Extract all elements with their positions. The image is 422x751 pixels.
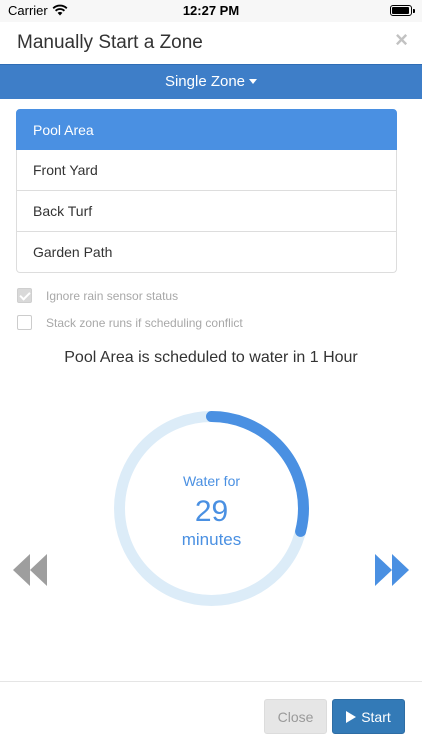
- zone-item-back-turf[interactable]: Back Turf: [16, 191, 397, 232]
- dial-value: 29: [194, 495, 229, 528]
- close-button[interactable]: Close: [264, 699, 327, 734]
- stack-runs-checkbox[interactable]: [17, 315, 32, 330]
- zone-mode-label: Single Zone: [164, 73, 246, 90]
- modal-header: Manually Start a Zone ×: [0, 22, 422, 65]
- modal-footer: Close Start: [0, 681, 422, 751]
- battery-level: [392, 7, 410, 14]
- status-time: 12:27 PM: [182, 3, 240, 18]
- dial-caption: Water for: [182, 473, 241, 489]
- zone-mode-dropdown[interactable]: Single Zone: [0, 64, 422, 99]
- ignore-rain-option[interactable]: Ignore rain sensor status: [17, 287, 178, 304]
- dial-unit: minutes: [181, 530, 242, 549]
- stack-runs-option[interactable]: Stack zone runs if scheduling conflict: [17, 314, 243, 331]
- caret-down-icon: [249, 79, 258, 85]
- modal-title: Manually Start a Zone: [17, 32, 203, 53]
- ignore-rain-checkbox[interactable]: [17, 288, 32, 303]
- schedule-message: Pool Area is scheduled to water in 1 Hou…: [64, 349, 358, 366]
- ignore-rain-label: Ignore rain sensor status: [46, 288, 179, 303]
- start-button[interactable]: Start: [332, 699, 405, 734]
- rewind-icon[interactable]: [13, 552, 47, 588]
- close-icon[interactable]: ×: [395, 29, 408, 51]
- stack-runs-label: Stack zone runs if scheduling conflict: [46, 315, 243, 330]
- zone-item-front-yard[interactable]: Front Yard: [16, 150, 397, 191]
- zone-item-pool-area[interactable]: Pool Area: [16, 109, 397, 150]
- play-icon: [346, 711, 357, 723]
- fast-forward-icon[interactable]: [375, 552, 409, 588]
- duration-dial[interactable]: Water for 29 minutes: [110, 407, 313, 610]
- battery-icon: [390, 5, 415, 16]
- zone-item-garden-path[interactable]: Garden Path: [16, 232, 397, 273]
- start-button-label: Start: [361, 709, 391, 725]
- zone-list: Pool Area Front Yard Back Turf Garden Pa…: [16, 109, 397, 273]
- status-bar: Carrier 12:27 PM: [0, 0, 422, 22]
